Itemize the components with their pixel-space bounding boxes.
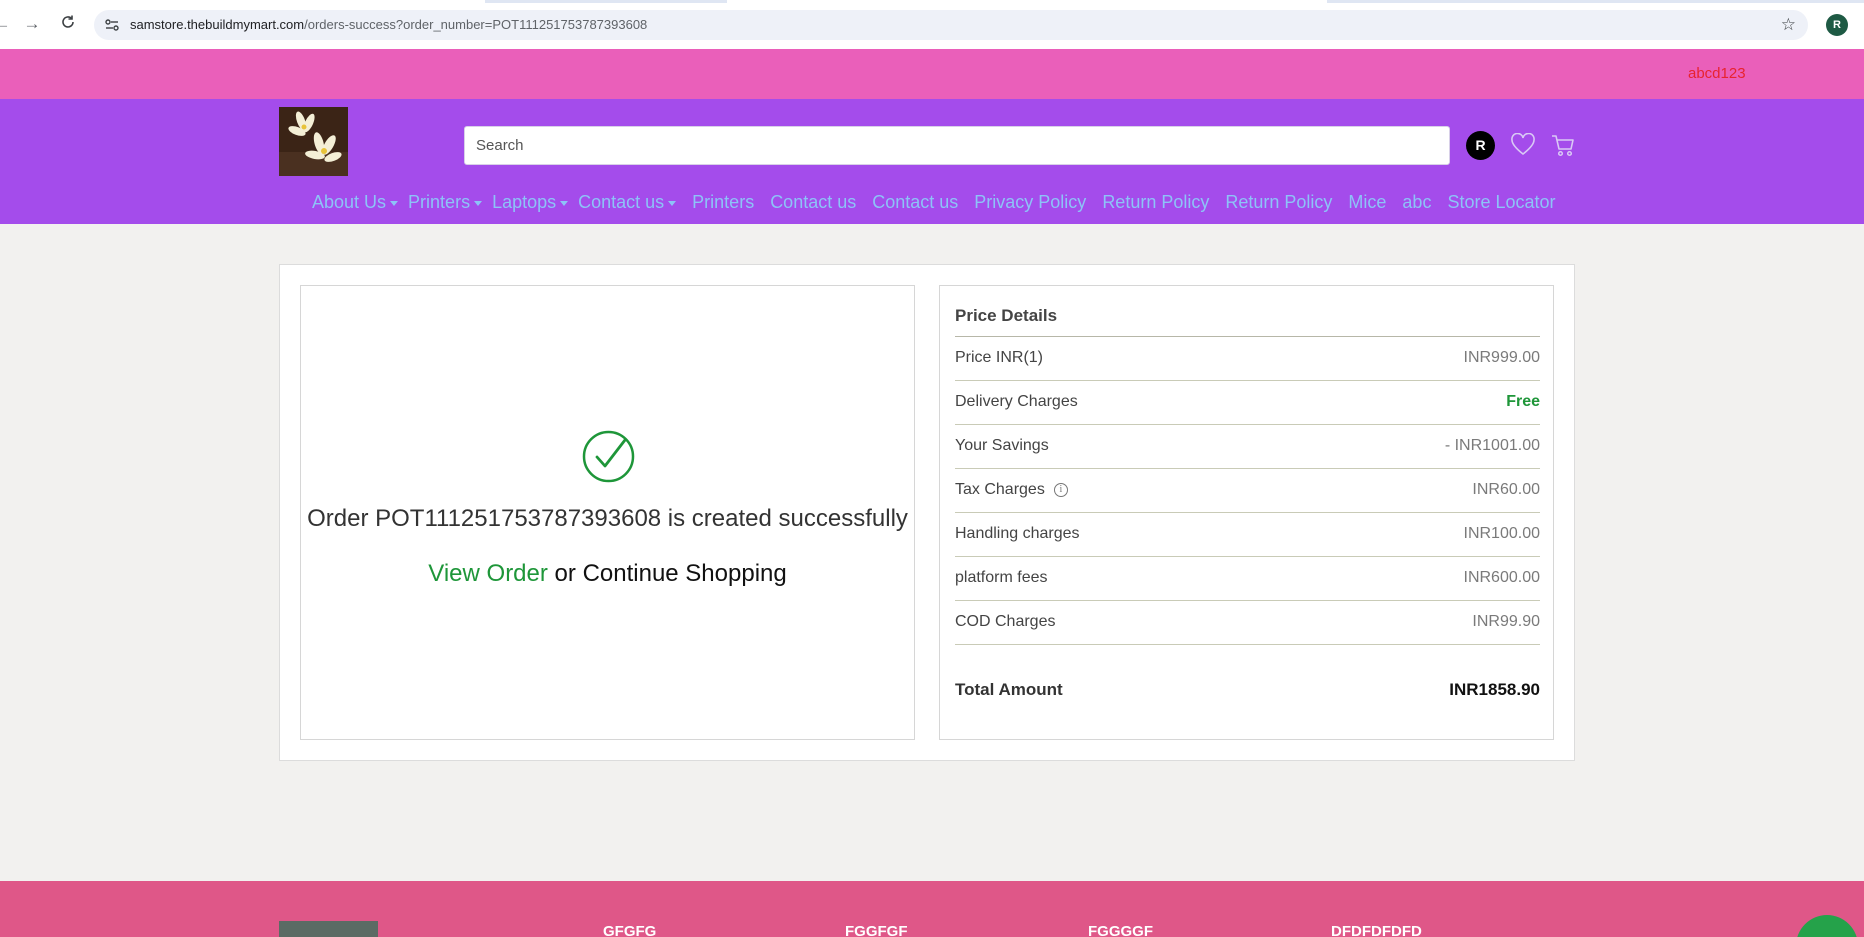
order-actions: View Order or Continue Shopping: [301, 560, 914, 588]
delivery-row: Delivery Charges Free: [955, 381, 1540, 425]
footer-heading: FGGGGF: [1088, 923, 1153, 937]
row-label: COD Charges: [955, 613, 1056, 630]
forward-icon[interactable]: →: [22, 14, 42, 34]
row-value: INR600.00: [1463, 569, 1541, 586]
price-row: Price INR(1) INR999.00: [955, 337, 1540, 381]
price-details-card: Price Details Price INR(1) INR999.00 Del…: [939, 285, 1554, 740]
nav-privacy-policy[interactable]: Privacy Policy: [974, 190, 1086, 214]
order-confirmation-card: Order POT111251753787393608 is created s…: [300, 285, 915, 740]
row-value: INR999.00: [1463, 349, 1541, 366]
nav-label: About Us: [312, 191, 387, 212]
reload-icon[interactable]: [58, 14, 78, 34]
chevron-down-icon: [390, 200, 399, 206]
footer-heading: FGGFGF: [845, 923, 908, 937]
nav-contact-us-dropdown[interactable]: Contact us: [578, 190, 677, 214]
back-icon[interactable]: ←: [0, 14, 12, 34]
row-label: Your Savings: [955, 437, 1049, 454]
bookmark-star-icon[interactable]: ☆: [1781, 15, 1796, 35]
store-logo[interactable]: [279, 107, 348, 176]
row-label: platform fees: [955, 569, 1048, 586]
tab-active[interactable]: [0, 0, 485, 3]
order-success-message: Order POT111251753787393608 is created s…: [307, 505, 908, 532]
handling-row: Handling charges INR100.00: [955, 513, 1540, 557]
top-banner: abcd123: [0, 49, 1864, 99]
tab-strip: [0, 0, 1864, 3]
footer-heading: DFDFDFDFD: [1331, 923, 1422, 937]
row-value: INR100.00: [1463, 525, 1541, 542]
nav-return-policy-2[interactable]: Return Policy: [1225, 190, 1332, 214]
nav-abc[interactable]: abc: [1402, 190, 1431, 214]
chevron-down-icon: [560, 200, 569, 206]
browser-chrome: ← → samstore.thebuildmymart.com/orders-s…: [0, 0, 1864, 49]
url-path: /orders-success?order_number=POT11125175…: [304, 17, 648, 32]
nav-return-policy[interactable]: Return Policy: [1102, 190, 1209, 214]
username-link[interactable]: abcd123: [1688, 65, 1746, 82]
footer-heading: GFGFG: [603, 923, 657, 937]
info-icon[interactable]: i: [1053, 483, 1068, 497]
row-label: Handling charges: [955, 525, 1080, 542]
cart-icon[interactable]: [1550, 132, 1576, 158]
tax-row: Tax Charges i INR60.00: [955, 469, 1540, 513]
nav-label: Printers: [408, 191, 471, 212]
nav-printers-dropdown[interactable]: Printers: [408, 190, 483, 214]
total-label: Total Amount: [955, 680, 1063, 699]
success-check-icon: [582, 430, 635, 483]
row-value: Free: [1506, 393, 1540, 410]
price-details-title: Price Details: [955, 306, 1058, 325]
row-label: Price INR(1): [955, 349, 1044, 366]
cod-row: COD Charges INR99.90: [955, 601, 1540, 645]
tab-other[interactable]: [727, 0, 1327, 3]
row-value: INR60.00: [1472, 481, 1540, 498]
address-bar[interactable]: samstore.thebuildmymart.com/orders-succe…: [94, 10, 1808, 40]
nav-printers[interactable]: Printers: [692, 190, 754, 214]
url-text[interactable]: samstore.thebuildmymart.com/orders-succe…: [130, 17, 647, 32]
user-avatar[interactable]: R: [1466, 131, 1495, 160]
site-settings-icon[interactable]: [104, 17, 120, 33]
row-value: INR99.90: [1472, 613, 1540, 630]
view-order-link[interactable]: View Order: [428, 560, 548, 587]
row-label: Tax Charges: [955, 481, 1045, 498]
nav-label: Laptops: [492, 191, 557, 212]
row-value: - INR1001.00: [1444, 437, 1540, 454]
nav-mice[interactable]: Mice: [1348, 190, 1386, 214]
nav-store-locator[interactable]: Store Locator: [1447, 190, 1555, 214]
search-input[interactable]: [464, 126, 1450, 165]
total-value: INR1858.90: [1449, 680, 1540, 699]
row-label-wrap: Tax Charges i: [955, 481, 1068, 499]
url-host: samstore.thebuildmymart.com: [130, 17, 305, 32]
footer-logo[interactable]: [279, 921, 378, 937]
chevron-down-icon: [668, 200, 677, 206]
main-nav: About Us Printers Laptops Contact us Pri…: [312, 190, 1572, 214]
savings-row: Your Savings - INR1001.00: [955, 425, 1540, 469]
chevron-down-icon: [474, 200, 483, 206]
nav-laptops-dropdown[interactable]: Laptops: [492, 190, 569, 214]
total-row: Total Amount INR1858.90: [955, 680, 1540, 710]
nav-contact-us[interactable]: Contact us: [770, 190, 856, 214]
nav-about-us[interactable]: About Us: [312, 190, 399, 214]
platform-fees-row: platform fees INR600.00: [955, 557, 1540, 601]
browser-profile-avatar[interactable]: R: [1826, 14, 1848, 36]
continue-shopping-link[interactable]: Continue Shopping: [583, 560, 787, 587]
or-text: or: [547, 560, 583, 587]
row-label: Delivery Charges: [955, 393, 1078, 410]
site-footer: GFGFG FGGFGF FGGGGF DFDFDFDFD: [0, 881, 1864, 937]
wishlist-heart-icon[interactable]: [1510, 133, 1536, 157]
site-header: R About Us Printers Laptops Contact us P…: [0, 99, 1864, 224]
nav-contact-us-2[interactable]: Contact us: [872, 190, 958, 214]
nav-label: Contact us: [578, 191, 665, 212]
